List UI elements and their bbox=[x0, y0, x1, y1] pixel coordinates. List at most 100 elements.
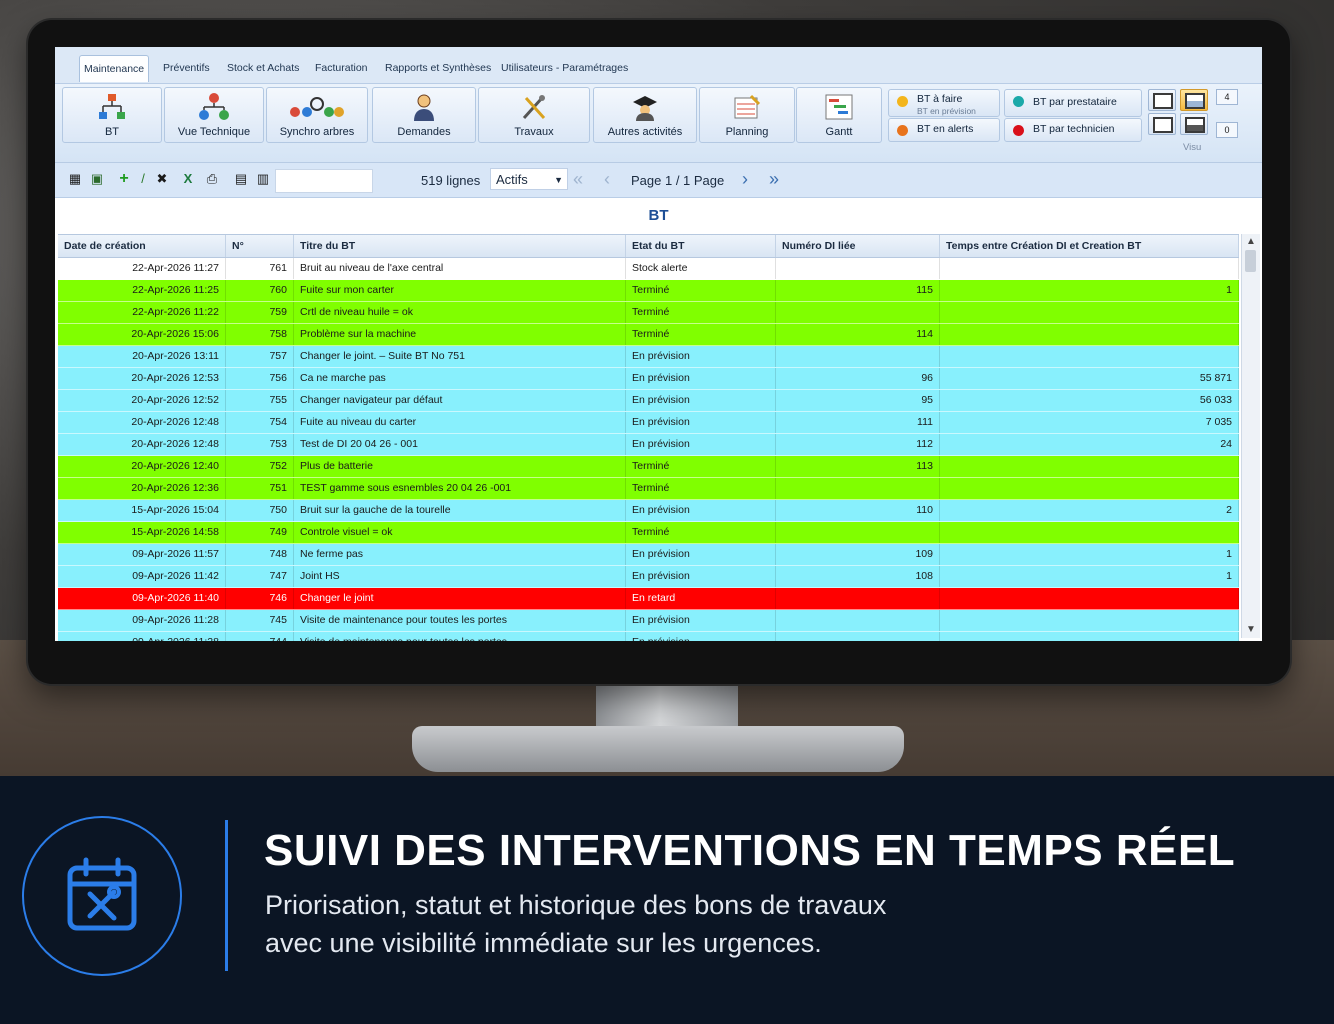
tab-facturation[interactable]: Facturation bbox=[311, 55, 372, 81]
layout-icon[interactable]: ▥ bbox=[256, 172, 270, 186]
cell-date: 20-Apr-2026 12:48 bbox=[58, 412, 226, 433]
col-etat[interactable]: Etat du BT bbox=[626, 235, 776, 257]
table-row[interactable]: 20-Apr-2026 15:06 758 Problème sur la mach… bbox=[58, 324, 1239, 346]
synchro-arbres-button[interactable]: Synchro arbres bbox=[266, 87, 368, 143]
table-row[interactable]: 22-Apr-2026 11:22 759 Crtl de niveau huile… bbox=[58, 302, 1239, 324]
visu-counter-bottom[interactable]: 0 bbox=[1216, 122, 1238, 138]
teal-dot-icon bbox=[1013, 96, 1024, 107]
last-page-icon[interactable]: » bbox=[769, 168, 779, 190]
visu-layout-3-button[interactable] bbox=[1148, 113, 1176, 135]
vue-technique-button[interactable]: Vue Technique bbox=[164, 87, 264, 143]
bt-alerts-button[interactable]: BT en alerts bbox=[888, 118, 1000, 142]
demandes-button[interactable]: Demandes bbox=[372, 87, 476, 143]
table-row[interactable]: 09-Apr-2026 11:57 748 Ne ferme pas En prévi… bbox=[58, 544, 1239, 566]
visu-layout-4-button[interactable] bbox=[1180, 113, 1208, 135]
cell-etat: En prévision bbox=[626, 434, 776, 455]
tab-utilisateurs[interactable]: Utilisateurs - Paramétrages bbox=[497, 55, 632, 81]
tab-rapports[interactable]: Rapports et Synthèses bbox=[381, 55, 495, 81]
table-row[interactable]: 20-Apr-2026 12:36 751 TEST gamme sous esne… bbox=[58, 478, 1239, 500]
cell-di: 115 bbox=[776, 280, 940, 301]
table-row[interactable]: 22-Apr-2026 11:25 760 Fuite sur mon carter… bbox=[58, 280, 1239, 302]
cell-di bbox=[776, 258, 940, 279]
cell-titre: Joint HS bbox=[294, 566, 626, 587]
table-row[interactable]: 09-Apr-2026 11:28744Visite de maintenanc… bbox=[58, 632, 1239, 641]
add-icon[interactable]: + bbox=[117, 171, 131, 187]
page-info: Page 1 / 1 Page bbox=[631, 173, 725, 188]
scroll-thumb[interactable] bbox=[1245, 250, 1256, 272]
cell-etat: En prévision bbox=[626, 412, 776, 433]
table-row[interactable]: 09-Apr-2026 11:28 745 Visite de maintenanc… bbox=[58, 610, 1239, 632]
table-row[interactable]: 15-Apr-2026 14:58 749 Controle visuel = ok… bbox=[58, 522, 1239, 544]
bt-prestataire-button[interactable]: BT par prestataire bbox=[1004, 89, 1142, 117]
cell-date: 22-Apr-2026 11:22 bbox=[58, 302, 226, 323]
status-filter-select[interactable]: Actifs ▼ bbox=[490, 168, 568, 190]
delete-icon[interactable]: ✖ bbox=[155, 172, 169, 186]
columns-icon[interactable]: ▤ bbox=[234, 172, 248, 186]
table-row[interactable]: 22-Apr-2026 11:27 761 Bruit au niveau de l… bbox=[58, 258, 1239, 280]
quick-search-input[interactable] bbox=[275, 169, 373, 193]
print-icon[interactable]: ⎙ bbox=[205, 172, 219, 186]
tab-maintenance[interactable]: Maintenance bbox=[79, 55, 150, 82]
orange-dot-icon bbox=[897, 96, 908, 107]
cell-di: 110 bbox=[776, 500, 940, 521]
cell-di bbox=[776, 478, 940, 499]
next-page-icon[interactable]: › bbox=[742, 168, 748, 190]
cell-numero: 746 bbox=[226, 588, 294, 609]
bt-button[interactable]: BT bbox=[62, 87, 162, 143]
table-row[interactable]: 09-Apr-2026 11:40 746 Changer le joint En r… bbox=[58, 588, 1239, 610]
excel-icon[interactable]: X bbox=[181, 172, 195, 186]
banner-divider bbox=[225, 820, 228, 971]
scroll-up-icon[interactable]: ▲ bbox=[1242, 234, 1260, 250]
col-numero[interactable]: N° bbox=[226, 235, 294, 257]
cell-temps: 1 bbox=[940, 280, 1239, 301]
table-row[interactable]: 15-Apr-2026 15:04 750 Bruit sur la gauche … bbox=[58, 500, 1239, 522]
cell-numero: 759 bbox=[226, 302, 294, 323]
planning-button[interactable]: Planning bbox=[699, 87, 795, 143]
cell-etat: Terminé bbox=[626, 324, 776, 345]
table-row[interactable]: 20-Apr-2026 12:48 754 Fuite au niveau du c… bbox=[58, 412, 1239, 434]
window-icon bbox=[1185, 93, 1205, 109]
cell-numero: 752 bbox=[226, 456, 294, 477]
table-row[interactable]: 09-Apr-2026 11:42 747 Joint HS En prévision… bbox=[58, 566, 1239, 588]
bt-button-label: BT bbox=[104, 126, 120, 138]
cell-etat: Terminé bbox=[626, 522, 776, 543]
cell-di: 111 bbox=[776, 412, 940, 433]
table-row[interactable]: 20-Apr-2026 12:48 753 Test de DI 20 04 26 … bbox=[58, 434, 1239, 456]
table-row[interactable]: 20-Apr-2026 13:11 757 Changer le joint. – … bbox=[58, 346, 1239, 368]
cell-numero: 751 bbox=[226, 478, 294, 499]
visu-counter-top[interactable]: 4 bbox=[1216, 89, 1238, 105]
cell-etat: En prévision bbox=[626, 390, 776, 411]
cell-titre: Bruit sur la gauche de la tourelle bbox=[294, 500, 626, 521]
edit-icon[interactable]: / bbox=[136, 172, 150, 186]
col-titre[interactable]: Titre du BT bbox=[294, 235, 626, 257]
banner-icon-circle bbox=[22, 816, 182, 976]
banner-headline: SUIVI DES INTERVENTIONS EN TEMPS RÉEL bbox=[264, 826, 1236, 875]
scroll-down-icon[interactable]: ▼ bbox=[1242, 622, 1260, 638]
travaux-button[interactable]: Travaux bbox=[478, 87, 590, 143]
gantt-button[interactable]: Gantt bbox=[796, 87, 882, 143]
table-row[interactable]: 20-Apr-2026 12:40 752 Plus de batterie Term… bbox=[58, 456, 1239, 478]
first-page-icon[interactable]: « bbox=[573, 168, 583, 190]
bt-technicien-button[interactable]: BT par technicien bbox=[1004, 118, 1142, 142]
col-di-liee[interactable]: Numéro DI liée bbox=[776, 235, 940, 257]
tab-preventifs[interactable]: Préventifs bbox=[159, 55, 214, 81]
col-date-creation[interactable]: Date de création bbox=[58, 235, 226, 257]
col-temps[interactable]: Temps entre Création DI et Creation BT bbox=[940, 235, 1239, 257]
bt-a-faire-button[interactable]: BT à faire BT en prévision bbox=[888, 89, 1000, 117]
cell-di bbox=[776, 522, 940, 543]
cell-titre: TEST gamme sous esnembles 20 04 26 -001 bbox=[294, 478, 626, 499]
gantt-chart-icon bbox=[825, 94, 853, 120]
cell-temps bbox=[940, 522, 1239, 543]
grid-scrollbar[interactable]: ▲ ▼ bbox=[1241, 234, 1260, 638]
prev-page-icon[interactable]: ‹ bbox=[604, 168, 610, 190]
export-icon[interactable]: ▣ bbox=[90, 172, 104, 186]
tab-stock-achats[interactable]: Stock et Achats bbox=[223, 55, 303, 81]
cell-temps bbox=[940, 324, 1239, 345]
table-row[interactable]: 20-Apr-2026 12:53 756 Ca ne marche pas En p… bbox=[58, 368, 1239, 390]
table-row[interactable]: 20-Apr-2026 12:52 755 Changer navigateur p… bbox=[58, 390, 1239, 412]
grid-view-icon[interactable]: ▦ bbox=[68, 172, 82, 186]
cell-numero: 753 bbox=[226, 434, 294, 455]
visu-layout-1-button[interactable] bbox=[1148, 89, 1176, 111]
visu-layout-2-button[interactable] bbox=[1180, 89, 1208, 111]
autres-activites-button[interactable]: Autres activités bbox=[593, 87, 697, 143]
